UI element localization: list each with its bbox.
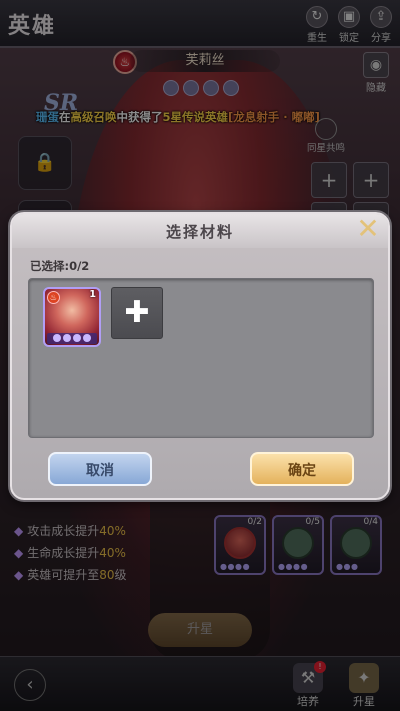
dialog-header: 选择材料 ✕ — [12, 214, 388, 248]
material-list: ♨ 1 ✚ — [28, 278, 374, 438]
add-material-button[interactable]: ✚ — [111, 287, 163, 339]
dialog-title: 选择材料 — [165, 223, 234, 241]
card-stars — [47, 333, 97, 344]
cancel-button[interactable]: 取消 — [48, 452, 152, 486]
card-count: 1 — [89, 289, 96, 300]
star-icon — [73, 334, 81, 342]
selected-count: 已选择:0/2 — [30, 259, 90, 273]
hero-material-card[interactable]: ♨ 1 — [43, 287, 101, 347]
star-icon — [83, 334, 91, 342]
star-icon — [53, 334, 61, 342]
confirm-button[interactable]: 确定 — [250, 452, 354, 486]
close-button[interactable]: ✕ — [354, 215, 382, 244]
plus-icon: ✚ — [124, 295, 150, 330]
close-icon: ✕ — [356, 212, 380, 245]
star-icon — [63, 334, 71, 342]
fire-faction-icon: ♨ — [47, 291, 60, 304]
select-material-dialog: 选择材料 ✕ 已选择:0/2 ♨ 1 ✚ 取消 确定 — [10, 212, 390, 500]
